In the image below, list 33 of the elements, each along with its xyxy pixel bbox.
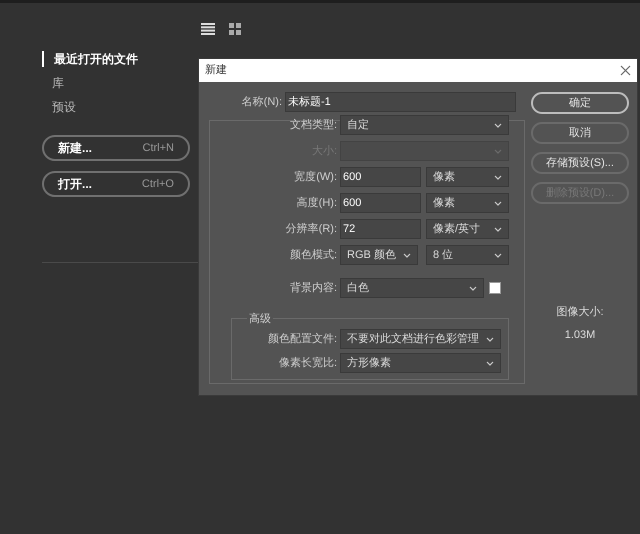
image-size-value: 1.03M <box>564 328 596 342</box>
field-label: 颜色配置文件: <box>266 332 338 347</box>
unit-dropdown[interactable]: 像素/英寸 <box>426 219 509 239</box>
sidebar-item[interactable]: 预设 <box>42 99 192 115</box>
dropdown[interactable]: 白色 <box>340 278 484 298</box>
input-field[interactable]: 72 <box>340 219 421 239</box>
dropdown[interactable]: 自定 <box>340 115 509 135</box>
sidebar-button[interactable]: 新建... Ctrl+N <box>42 135 190 161</box>
unit-dropdown[interactable]: 像素 <box>426 193 509 213</box>
sidebar-item[interactable]: 最近打开的文件 <box>42 51 192 67</box>
field-label: 宽度(W): <box>293 170 338 185</box>
field-label: 分辨率(R): <box>284 222 338 237</box>
field-label: 颜色模式: <box>288 248 338 263</box>
dialog-button[interactable]: 确定 <box>531 92 629 114</box>
sidebar-button[interactable]: 打开... Ctrl+O <box>42 171 190 197</box>
field-label: 名称(N): <box>240 94 283 110</box>
input-field[interactable]: 600 <box>340 167 421 187</box>
name-field[interactable]: 未标题-1 <box>285 92 516 112</box>
dialog-button[interactable]: 取消 <box>531 122 629 144</box>
dialog-title: 新建 <box>205 62 227 78</box>
dropdown[interactable]: 方形像素 <box>340 353 501 373</box>
dropdown[interactable]: RGB 颜色 <box>340 245 418 265</box>
image-size-label: 图像大小: <box>556 305 604 320</box>
dropdown[interactable]: 不要对此文档进行色彩管理 <box>340 329 501 349</box>
input-field[interactable]: 600 <box>340 193 421 213</box>
unit-dropdown[interactable]: 像素 <box>426 167 509 187</box>
sidebar-item[interactable]: 库 <box>42 75 192 91</box>
field-label: 背景内容: <box>288 280 338 296</box>
dialog-button[interactable]: 存储预设(S)... <box>531 152 629 174</box>
field-label: 高度(H): <box>296 196 338 211</box>
field-label: 像素长宽比: <box>278 356 338 371</box>
dropdown[interactable]: 8 位 <box>426 245 509 265</box>
field-label: 文档类型: <box>288 118 338 133</box>
